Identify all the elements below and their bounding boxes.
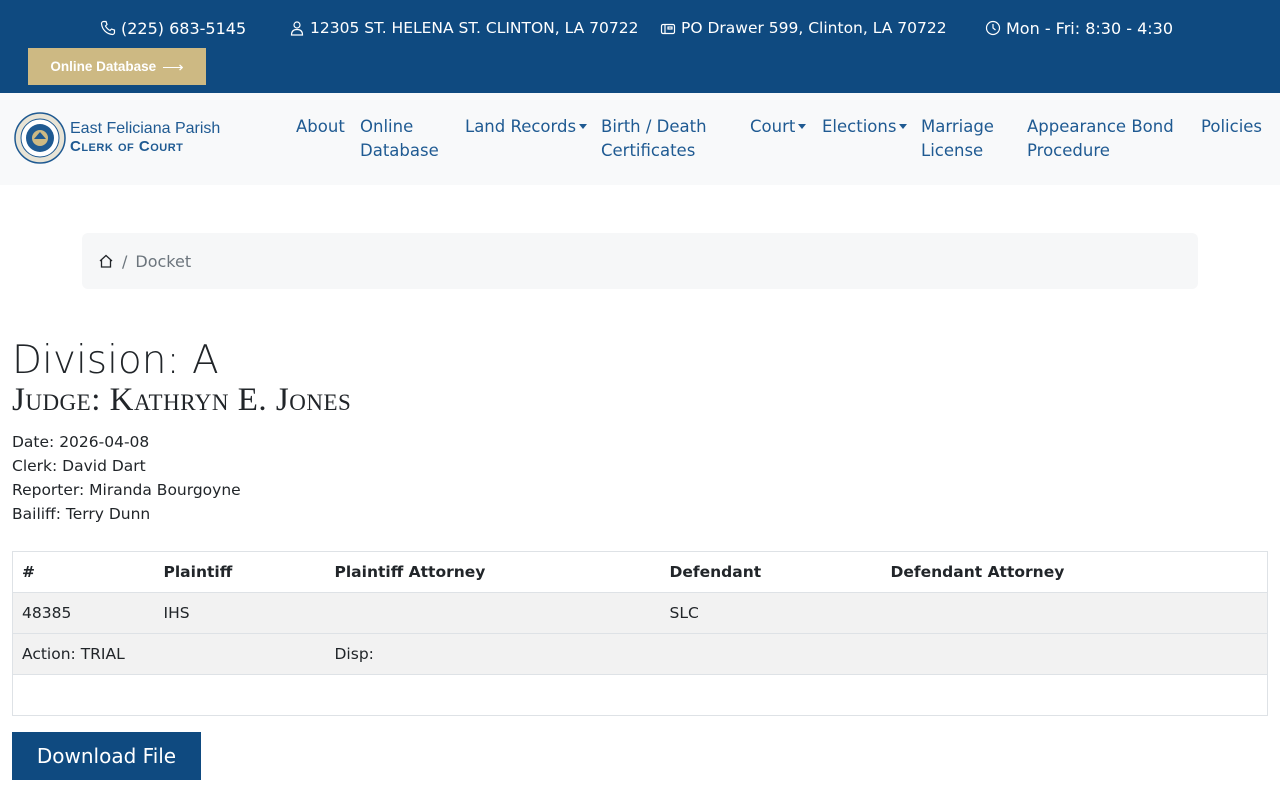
disp-cell: Disp: [325,633,1268,675]
top-info-bar: (225) 683-5145 12305 ST. HELENA ST. CLIN… [0,0,1280,93]
column-header-defendant-attorney: Defendant Attorney [881,551,1268,593]
defendant-cell: SLC [660,592,882,634]
table-row-action: Action: TRIAL Disp: [12,633,1268,675]
address-text: 12305 ST. HELENA ST. CLINTON, LA 70722 [310,19,639,37]
nav-appearance-bond[interactable]: Appearance Bond Procedure [1027,115,1174,163]
clock-icon [985,20,1001,36]
phone-icon [100,20,116,36]
nav-birth-death-certificates[interactable]: Birth / Death Certificates [601,115,707,163]
download-file-button[interactable]: Download File [12,732,201,780]
caret-down-icon [899,123,908,129]
breadcrumb-separator: / [122,251,128,271]
nav-land-records[interactable]: Land Records [465,115,588,139]
person-icon [290,21,304,36]
online-database-label: Online Database [50,59,157,74]
phone-text: (225) 683-5145 [121,18,247,38]
table-row-empty [12,674,1268,716]
docket-bailiff: Bailiff: Terry Dunn [12,505,151,523]
site-logo[interactable]: East Feliciana Parish Clerk of Court [14,112,220,164]
online-database-button[interactable]: Online Database ⟶ [28,48,206,85]
docket-table: # Plaintiff Plaintiff Attorney Defendant… [12,551,1268,716]
nav-elections[interactable]: Elections [822,115,908,139]
hours-text: Mon - Fri: 8:30 - 4:30 [1006,18,1174,38]
defendant-attorney-cell [881,592,1268,634]
address-info: 12305 ST. HELENA ST. CLINTON, LA 70722 [289,16,638,40]
arrow-right-icon: ⟶ [162,58,184,76]
column-header-plaintiff-attorney: Plaintiff Attorney [325,551,661,593]
case-number: 48385 [12,592,155,634]
plaintiff-cell: IHS [154,592,326,634]
nav-marriage-license[interactable]: Marriage License [921,115,994,163]
logo-office-name: Clerk of Court [70,138,184,155]
division-heading: Division: A [12,338,219,383]
empty-cell [12,674,1268,716]
judge-heading: Judge: Kathryn E. Jones [12,382,352,418]
hours-info: Mon - Fri: 8:30 - 4:30 [985,16,1173,40]
column-header-number: # [12,551,155,593]
nav-court[interactable]: Court [750,115,807,139]
column-header-plaintiff: Plaintiff [154,551,326,593]
plaintiff-attorney-cell [325,592,661,634]
mailbox-icon [660,23,676,35]
caret-down-icon [579,123,588,129]
table-row: 48385 IHS SLC [12,592,1268,634]
docket-clerk: Clerk: David Dart [12,457,146,475]
docket-reporter: Reporter: Miranda Bourgoyne [12,481,241,499]
nav-about[interactable]: About [296,115,345,139]
po-box-text: PO Drawer 599, Clinton, LA 70722 [681,19,947,37]
table-header-row: # Plaintiff Plaintiff Attorney Defendant… [12,551,1268,593]
breadcrumb: / Docket [82,233,1198,289]
nav-online-database[interactable]: Online Database [360,115,439,163]
column-header-defendant: Defendant [660,551,882,593]
parish-seal-logo [14,112,66,164]
nav-policies[interactable]: Policies [1201,115,1262,139]
action-cell: Action: TRIAL [12,633,326,675]
docket-date: Date: 2026-04-08 [12,433,150,451]
home-icon[interactable] [98,253,114,269]
po-box-info: PO Drawer 599, Clinton, LA 70722 [660,16,947,40]
breadcrumb-current: Docket [135,251,192,271]
logo-parish-name: East Feliciana Parish [70,120,221,137]
phone-info[interactable]: (225) 683-5145 [100,16,246,40]
caret-down-icon [798,123,807,129]
